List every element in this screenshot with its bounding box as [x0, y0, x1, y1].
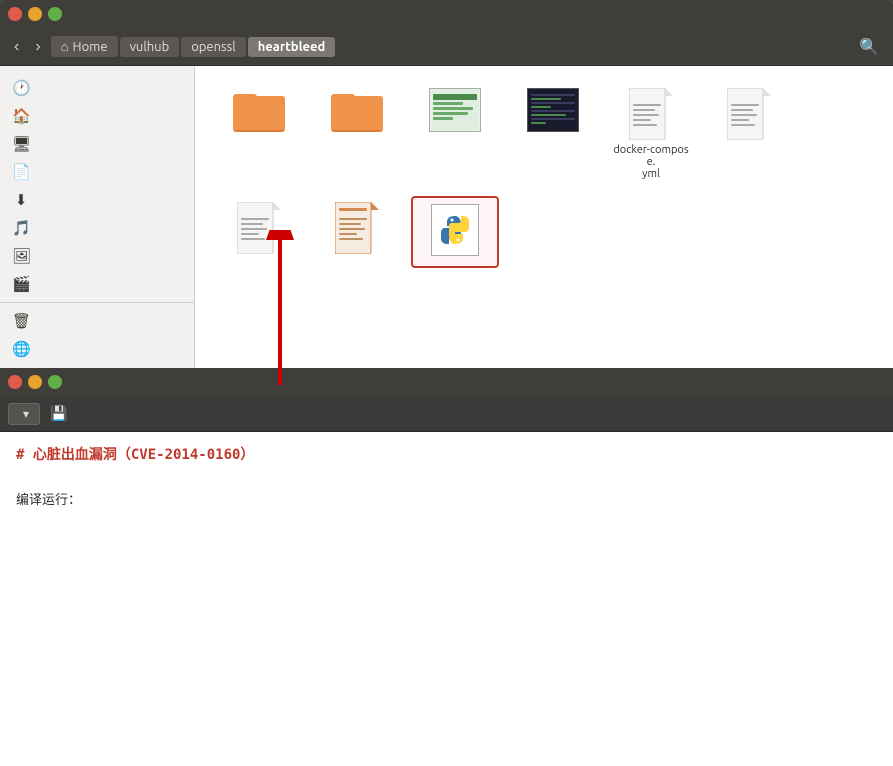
folder-icon-conf — [233, 88, 285, 132]
file-item-readme-md[interactable] — [215, 196, 303, 268]
doc-icon-readme-zh — [335, 202, 379, 254]
png1-preview — [431, 90, 479, 130]
search-icon[interactable]: 🔍 — [853, 34, 885, 59]
heading-text: # 心脏出血漏洞（CVE-2014-0160） — [16, 447, 254, 463]
file-manager-window: ‹ › ⌂ Home vulhub openssl heartbleed 🔍 🕐… — [0, 0, 893, 375]
desktop-icon: 🖥 — [12, 135, 30, 153]
home-icon: ⌂ — [61, 39, 69, 54]
file-item-ssltest[interactable] — [411, 196, 499, 268]
sidebar-item-videos[interactable]: 🎬 — [0, 270, 194, 298]
breadcrumb: ⌂ Home vulhub openssl heartbleed — [51, 36, 849, 57]
python-file-icon — [431, 204, 479, 256]
breadcrumb-home[interactable]: ⌂ Home — [51, 36, 118, 57]
file-item-docker-compose[interactable]: docker-compose.yml — [607, 82, 695, 186]
sidebar-item-recent[interactable]: 🕐 — [0, 74, 194, 102]
gedit-toolbar: ▾ 💾 — [0, 396, 893, 432]
music-icon: 🎵 — [12, 219, 30, 237]
forward-button[interactable]: › — [29, 35, 46, 59]
file-item-www[interactable] — [313, 82, 401, 186]
image-thumb-2png — [527, 88, 579, 132]
gedit-open-button[interactable]: ▾ — [8, 403, 40, 425]
doc-icon-docker-compose — [629, 88, 673, 140]
png2-preview — [529, 90, 577, 130]
home-icon: 🏠 — [12, 107, 30, 125]
gedit-content-area[interactable]: # 心脏出血漏洞（CVE-2014-0160） 编译运行： — [0, 432, 893, 766]
network-icon: 🌐 — [12, 340, 30, 358]
sidebar-item-network[interactable]: 🌐 — [0, 335, 194, 363]
maximize-button[interactable] — [48, 7, 62, 21]
recent-icon: 🕐 — [12, 79, 30, 97]
sidebar-divider — [0, 302, 194, 303]
back-button[interactable]: ‹ — [8, 35, 25, 59]
fm-titlebar — [0, 0, 893, 28]
breadcrumb-heartbleed[interactable]: heartbleed — [248, 37, 336, 57]
close-button[interactable] — [8, 7, 22, 21]
file-item-conf[interactable] — [215, 82, 303, 186]
doc-icon-readme — [237, 202, 281, 254]
file-item-dockerfile[interactable] — [705, 82, 793, 186]
sidebar-item-downloads[interactable]: ⬇ — [0, 186, 194, 214]
open-dropdown-icon: ▾ — [23, 407, 29, 421]
gedit-minimize-button[interactable] — [28, 375, 42, 389]
breadcrumb-vulhub[interactable]: vulhub — [120, 37, 180, 57]
file-item-1png[interactable] — [411, 82, 499, 186]
doc-icon-dockerfile — [727, 88, 771, 140]
image-thumb-1png — [429, 88, 481, 132]
sidebar-item-music[interactable]: 🎵 — [0, 214, 194, 242]
fm-navbar: ‹ › ⌂ Home vulhub openssl heartbleed 🔍 — [0, 28, 893, 66]
gedit-titlebar — [0, 368, 893, 396]
file-item-readme-zh-cn[interactable] — [313, 196, 401, 268]
videos-icon: 🎬 — [12, 275, 30, 293]
documents-icon: 📄 — [12, 163, 30, 181]
compile-label: 编译运行： — [16, 490, 877, 512]
sidebar-item-documents[interactable]: 📄 — [0, 158, 194, 186]
file-label-docker-compose: docker-compose.yml — [613, 144, 689, 180]
gedit-maximize-button[interactable] — [48, 375, 62, 389]
breadcrumb-openssl[interactable]: openssl — [181, 37, 246, 57]
gedit-close-button[interactable] — [8, 375, 22, 389]
minimize-button[interactable] — [28, 7, 42, 21]
downloads-icon: ⬇ — [12, 191, 30, 209]
sidebar-item-pictures[interactable]: 🖼 — [0, 242, 194, 270]
folder-icon-www — [331, 88, 383, 132]
fm-body: 🕐 🏠 🖥 📄 ⬇ 🎵 — [0, 66, 893, 375]
sidebar-item-home[interactable]: 🏠 — [0, 102, 194, 130]
gedit-save-button[interactable]: 💾 — [44, 402, 73, 425]
trash-icon: 🗑 — [12, 312, 30, 330]
pictures-icon: 🖼 — [12, 247, 30, 265]
file-grid: docker-compose.yml — [195, 66, 893, 375]
gedit-window: ▾ 💾 # 心脏出血漏洞（CVE-2014-0160） 编译运行： — [0, 368, 893, 766]
sidebar-item-trash[interactable]: 🗑 — [0, 307, 194, 335]
sidebar-item-desktop[interactable]: 🖥 — [0, 130, 194, 158]
file-item-2png[interactable] — [509, 82, 597, 186]
sidebar: 🕐 🏠 🖥 📄 ⬇ 🎵 — [0, 66, 195, 375]
python-logo — [439, 214, 471, 246]
heading-line: # 心脏出血漏洞（CVE-2014-0160） — [16, 444, 877, 468]
